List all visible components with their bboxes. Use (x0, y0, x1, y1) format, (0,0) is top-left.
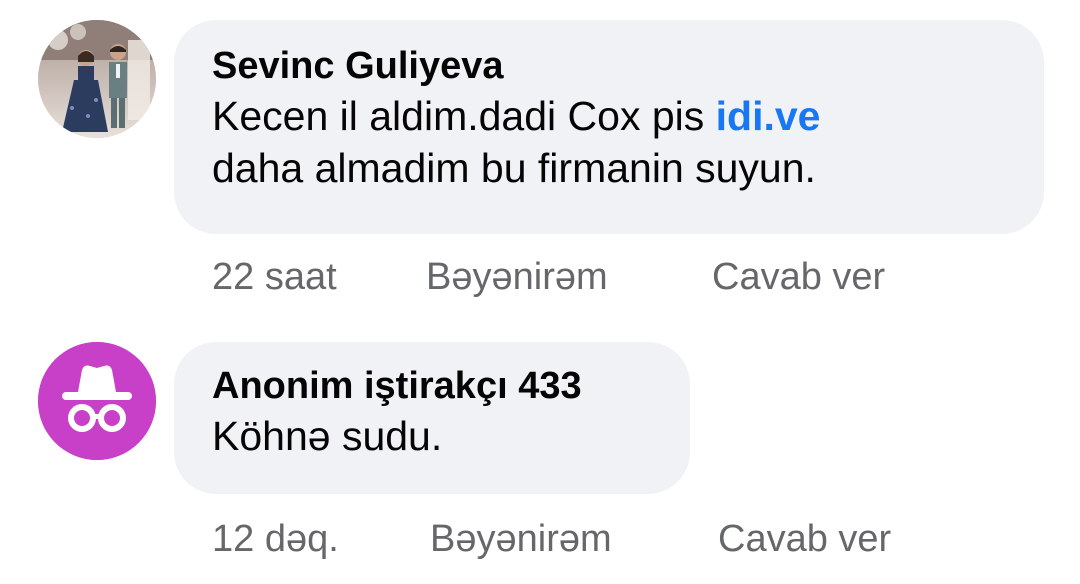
comment-text-line: Kecen il aldim.dadi Cox pis idi.ve (212, 90, 1044, 142)
comment-timestamp[interactable]: 22 saat (212, 256, 426, 299)
comment-author[interactable]: Anonim iştirakçı 433 (212, 362, 690, 410)
comment-bubble: Sevinc Guliyeva Kecen il aldim.dadi Cox … (174, 20, 1044, 234)
comment-actions: 12 dəq. Bəyənirəm Cavab ver (212, 518, 891, 561)
comment-text: Kecen il aldim.dadi Cox pis (212, 93, 716, 139)
comment-actions: 22 saat Bəyənirəm Cavab ver (212, 256, 885, 299)
comment-author[interactable]: Sevinc Guliyeva (212, 42, 1044, 90)
avatar[interactable] (38, 342, 156, 460)
comment-text-line: daha almadim bu firmanin suyun. (212, 145, 816, 191)
like-button[interactable]: Bəyənirəm (430, 518, 718, 561)
comment: Anonim iştirakçı 433 Köhnə sudu. 12 dəq.… (0, 320, 1080, 584)
comment: Sevinc Guliyeva Kecen il aldim.dadi Cox … (0, 0, 1080, 310)
comment-bubble: Anonim iştirakçı 433 Köhnə sudu. (174, 342, 690, 494)
anonymous-incognito-icon (38, 342, 156, 460)
avatar[interactable] (38, 20, 156, 138)
profile-photo-icon (38, 20, 156, 138)
comment-text: Köhnə sudu. (212, 413, 443, 459)
reply-button[interactable]: Cavab ver (712, 256, 885, 299)
comment-timestamp[interactable]: 12 dəq. (212, 518, 430, 561)
comment-link[interactable]: idi.ve (716, 93, 821, 139)
like-button[interactable]: Bəyənirəm (426, 256, 712, 299)
reply-button[interactable]: Cavab ver (718, 518, 891, 561)
